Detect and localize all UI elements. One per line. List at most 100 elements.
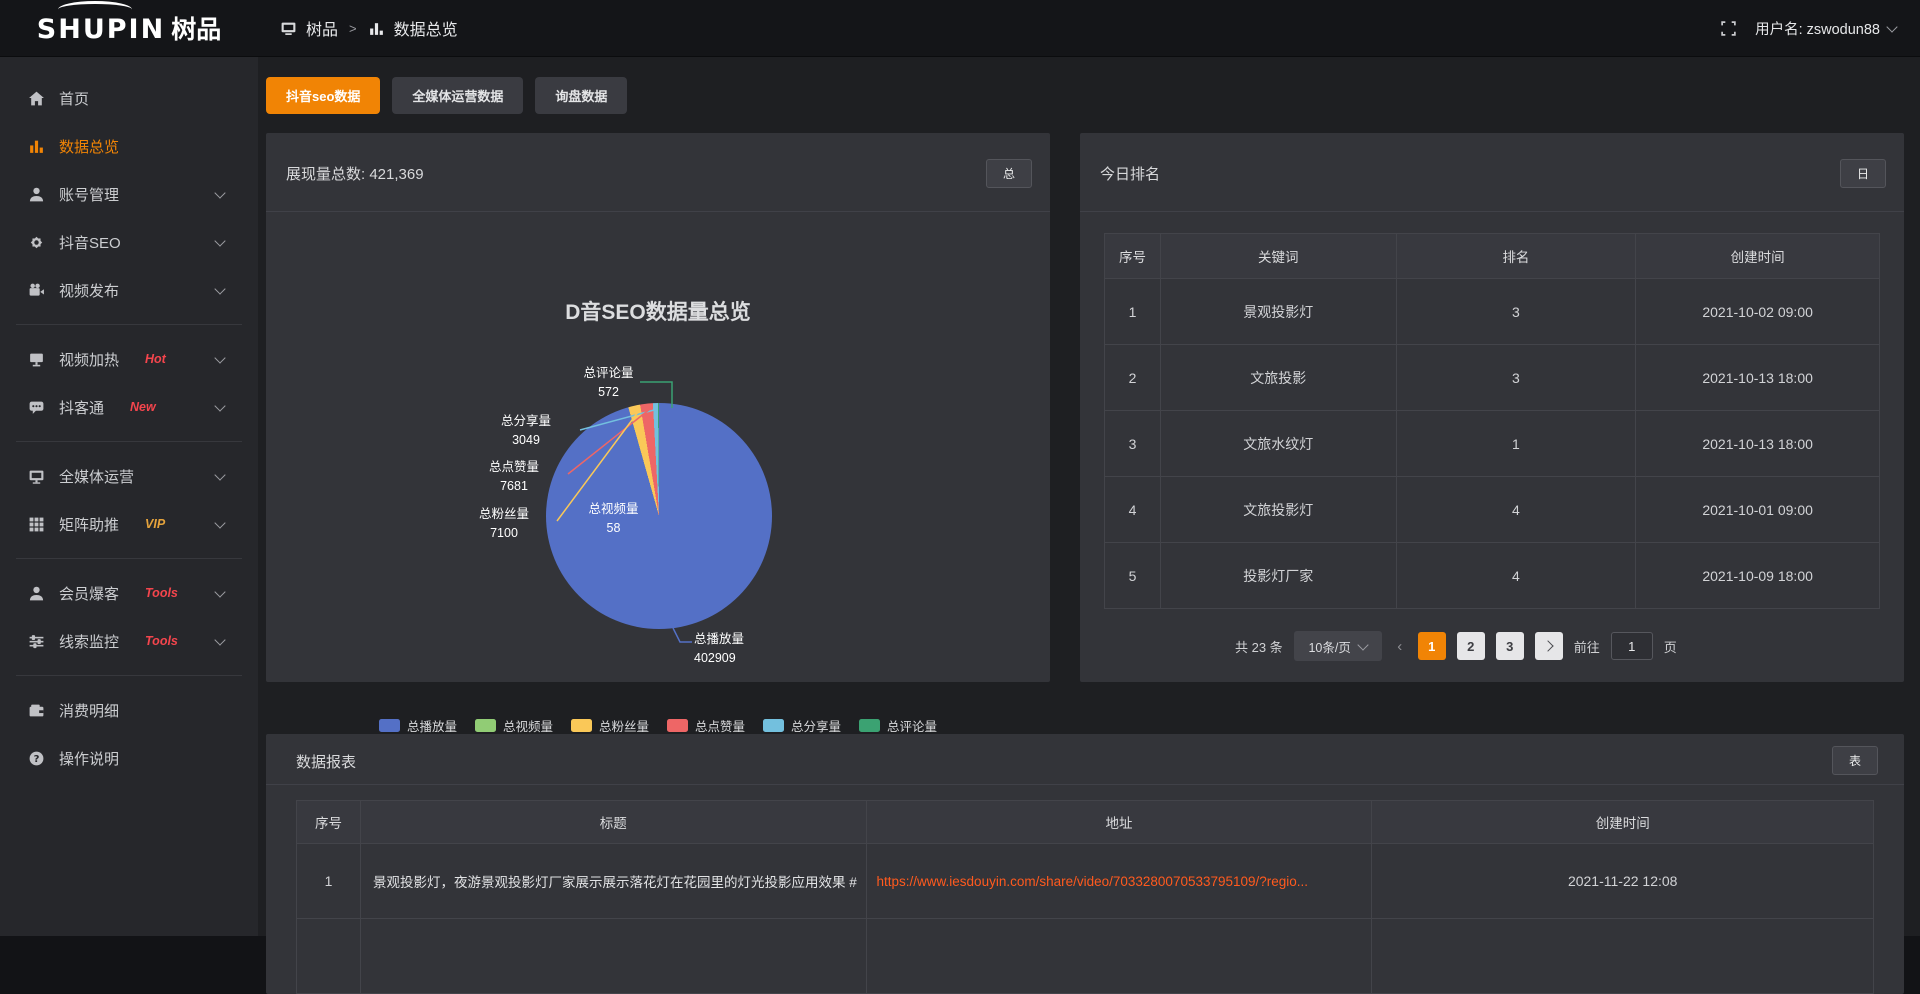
ranking-panel-header: 今日排名 日 — [1080, 133, 1904, 212]
pagination: 共 23 条 10条/页 ‹ 1 2 3 前往 页 — [1235, 631, 1677, 661]
page-button-2[interactable]: 2 — [1457, 632, 1485, 660]
table-mode-button[interactable]: 表 — [1832, 746, 1878, 775]
legend-item-likes[interactable]: 总点赞量 — [667, 716, 745, 735]
sidebar-divider — [16, 441, 242, 442]
topbar: SHUPIN树品 树品 > 数据总览 用户名: zswodun88 — [0, 0, 1920, 57]
user-menu[interactable]: 用户名: zswodun88 — [1755, 18, 1896, 39]
breadcrumb-current[interactable]: 数据总览 — [394, 16, 458, 40]
table-row: 2文旅投影32021-10-13 18:00 — [1105, 345, 1880, 411]
sidebar-item-account[interactable]: 账号管理 — [0, 170, 258, 218]
legend-swatch — [667, 719, 688, 732]
sidebar-item-label: 首页 — [59, 88, 89, 109]
chevron-down-icon — [214, 235, 225, 246]
ranking-header-row: 序号 关键词 排名 创建时间 — [1105, 234, 1880, 279]
pie-label-videos: 总视频量58 — [566, 500, 661, 538]
grid-icon — [28, 516, 45, 533]
breadcrumb-current-icon — [368, 20, 385, 37]
legend-swatch — [475, 719, 496, 732]
sidebar-item-label: 视频加热 — [59, 349, 119, 370]
sidebar: 首页 数据总览 账号管理 抖音SEO 视频发布 视频加热 Hot 抖客通 New… — [0, 56, 258, 936]
fullscreen-icon[interactable] — [1720, 20, 1737, 37]
tools-badge: Tools — [145, 586, 178, 600]
breadcrumb-separator: > — [349, 21, 357, 36]
video-title: 景观投影灯，夜游景观投影灯厂家展示展示落花灯在花园里的灯光投影应用效果 # — [360, 844, 866, 919]
chevron-down-icon — [214, 187, 225, 198]
col-index: 序号 — [1105, 234, 1161, 279]
chevron-down-icon — [214, 400, 225, 411]
pie-label-comments: 总评论量572 — [561, 364, 656, 402]
report-header-row: 序号 标题 地址 创建时间 — [297, 801, 1874, 844]
user-icon — [28, 186, 45, 203]
col-created: 创建时间 — [1372, 801, 1874, 844]
col-keyword: 关键词 — [1160, 234, 1396, 279]
sidebar-item-matrix-boost[interactable]: 矩阵助推 VIP — [0, 500, 258, 548]
sidebar-item-data-overview[interactable]: 数据总览 — [0, 122, 258, 170]
sidebar-item-label: 数据总览 — [59, 136, 119, 157]
goto-page-input[interactable] — [1611, 632, 1653, 660]
logo-latin: SHUPIN — [37, 14, 165, 45]
pie-label-shares: 总分享量3049 — [476, 412, 576, 450]
report-panel-header: 数据报表 表 — [266, 734, 1904, 785]
data-tabs: 抖音seo数据 全媒体运营数据 询盘数据 — [266, 77, 627, 114]
pie-label-plays: 总播放量402909 — [694, 630, 804, 668]
pie-chart-area: D音SEO数据量总览 总评论量572 总分享量3049 总点赞量7681 总粉丝… — [266, 212, 1050, 682]
col-index: 序号 — [297, 801, 361, 844]
sidebar-item-member-burst[interactable]: 会员爆客 Tools — [0, 569, 258, 617]
sidebar-item-label: 账号管理 — [59, 184, 119, 205]
sidebar-item-consumption[interactable]: 消费明细 — [0, 686, 258, 734]
wallet-icon — [28, 702, 45, 719]
legend-item-shares[interactable]: 总分享量 — [763, 716, 841, 735]
sidebar-item-lead-monitor[interactable]: 线索监控 Tools — [0, 617, 258, 665]
legend-item-fans[interactable]: 总粉丝量 — [571, 716, 649, 735]
sidebar-item-label: 消费明细 — [59, 700, 119, 721]
main-content: 抖音seo数据 全媒体运营数据 询盘数据 展现量总数: 421,369 总 D音… — [258, 56, 1920, 936]
tools-badge: Tools — [145, 634, 178, 648]
total-mode-button[interactable]: 总 — [986, 159, 1032, 188]
tab-omnimedia-data[interactable]: 全媒体运营数据 — [392, 77, 523, 114]
sliders-icon — [28, 633, 45, 650]
chevron-down-icon — [214, 352, 225, 363]
table-row: 1景观投影灯32021-10-02 09:00 — [1105, 279, 1880, 345]
next-page-button[interactable] — [1535, 632, 1563, 660]
day-mode-button[interactable]: 日 — [1840, 159, 1886, 188]
sidebar-item-video-publish[interactable]: 视频发布 — [0, 266, 258, 314]
sidebar-item-douyin-seo[interactable]: 抖音SEO — [0, 218, 258, 266]
page-size-select[interactable]: 10条/页 — [1294, 631, 1382, 661]
prev-page-button[interactable]: ‹ — [1393, 638, 1407, 655]
page-button-1[interactable]: 1 — [1418, 632, 1446, 660]
data-report-panel: 数据报表 表 序号 标题 地址 创建时间 1 景观投影灯，夜游景观投影灯厂家展示… — [266, 734, 1904, 994]
tab-douyin-seo-data[interactable]: 抖音seo数据 — [266, 77, 380, 114]
legend-item-plays[interactable]: 总播放量 — [379, 716, 457, 735]
monitor-icon — [28, 468, 45, 485]
sidebar-item-instructions[interactable]: ? 操作说明 — [0, 734, 258, 782]
table-row: 3文旅水纹灯12021-10-13 18:00 — [1105, 411, 1880, 477]
report-panel-title: 数据报表 — [296, 751, 356, 772]
table-row: 4文旅投影灯42021-10-01 09:00 — [1105, 477, 1880, 543]
legend-swatch — [763, 719, 784, 732]
legend-item-videos[interactable]: 总视频量 — [475, 716, 553, 735]
chevron-right-icon — [1542, 640, 1553, 651]
breadcrumb-root-icon — [280, 20, 297, 37]
sidebar-item-video-heat[interactable]: 视频加热 Hot — [0, 335, 258, 383]
pie-label-likes: 总点赞量7681 — [464, 458, 564, 496]
sidebar-item-home[interactable]: 首页 — [0, 74, 258, 122]
chevron-down-icon — [214, 634, 225, 645]
chevron-down-icon — [214, 517, 225, 528]
pie-label-fans: 总粉丝量7100 — [454, 505, 554, 543]
gear-icon — [28, 234, 45, 251]
sidebar-item-omnimedia[interactable]: 全媒体运营 — [0, 452, 258, 500]
breadcrumb-root[interactable]: 树品 — [306, 16, 338, 40]
sidebar-item-label: 全媒体运营 — [59, 466, 134, 487]
username-label: 用户名: zswodun88 — [1755, 18, 1880, 39]
page-button-3[interactable]: 3 — [1496, 632, 1524, 660]
col-url: 地址 — [866, 801, 1372, 844]
sidebar-item-label: 视频发布 — [59, 280, 119, 301]
table-row — [297, 919, 1874, 994]
tab-inquiry-data[interactable]: 询盘数据 — [535, 77, 627, 114]
logo-cjk: 树品 — [171, 16, 221, 44]
sidebar-item-label: 抖客通 — [59, 397, 104, 418]
legend-item-comments[interactable]: 总评论量 — [859, 716, 937, 735]
video-link[interactable]: https://www.iesdouyin.com/share/video/70… — [866, 844, 1372, 919]
sidebar-item-doukettong[interactable]: 抖客通 New — [0, 383, 258, 431]
goto-unit: 页 — [1664, 637, 1677, 656]
